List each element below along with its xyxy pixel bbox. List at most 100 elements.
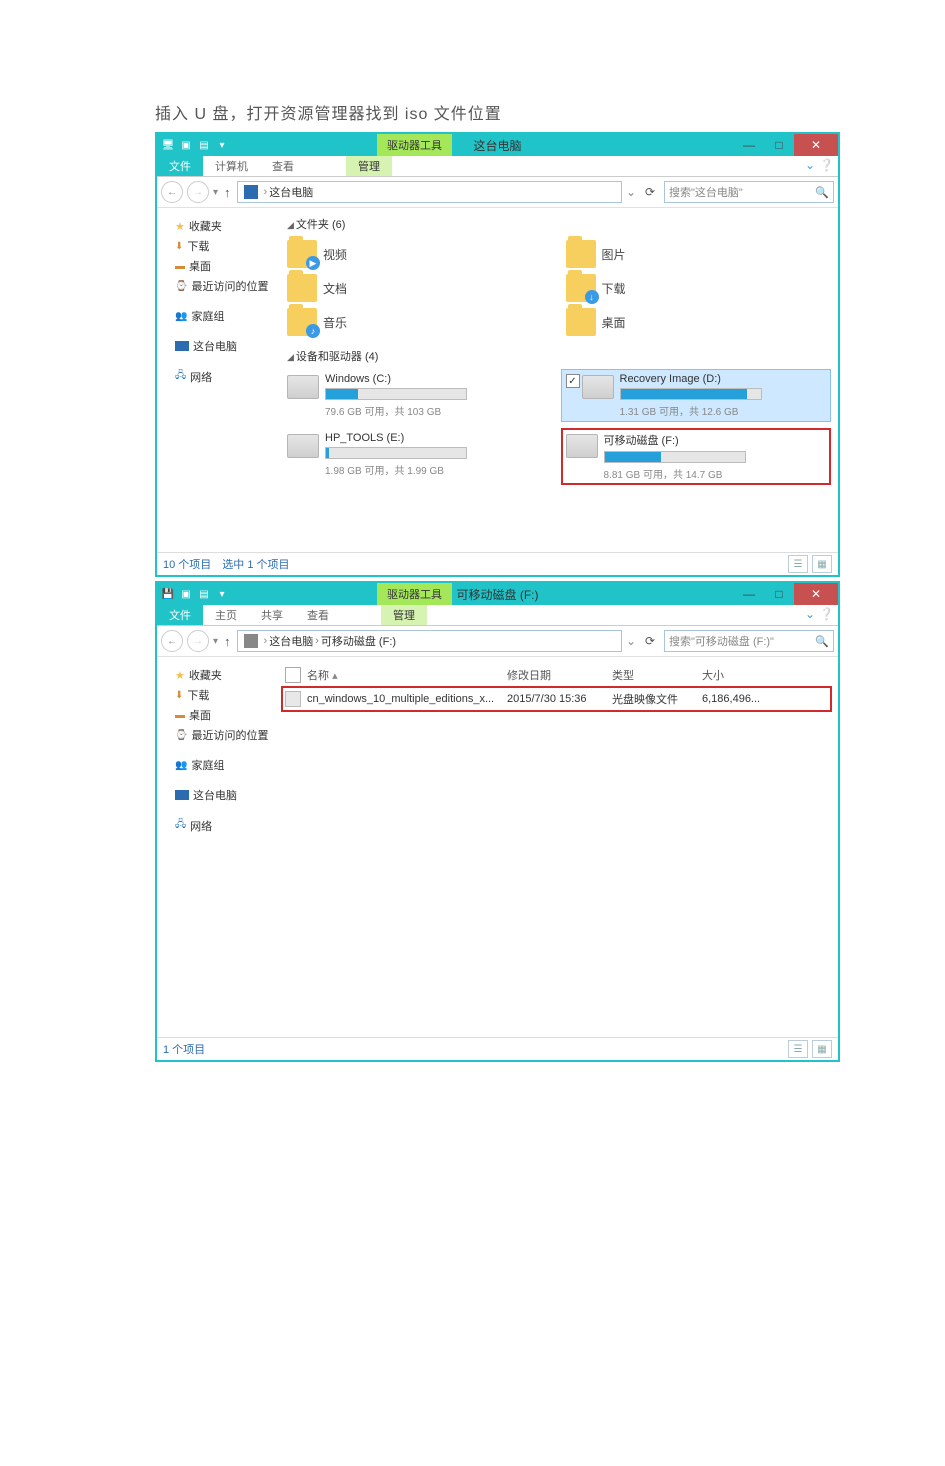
nav-desktop[interactable]: ▬桌面	[157, 705, 275, 725]
explorer-body: ★收藏夹 ⬇下载 ▬桌面 ⌚最近访问的位置 👥家庭组 这台电脑 🖧网络 名称 ▴…	[157, 657, 838, 1037]
refresh-button[interactable]: ⟳	[640, 634, 660, 648]
nav-favorites[interactable]: ★收藏夹	[157, 665, 275, 685]
view-details-button[interactable]: ☰	[788, 555, 808, 573]
ribbon-tab-file[interactable]: 文件	[157, 605, 203, 625]
back-button[interactable]: ←	[161, 181, 183, 203]
close-button[interactable]: ✕	[794, 583, 838, 605]
section-folders-header[interactable]: ◢文件夹 (6)	[287, 216, 830, 232]
ribbon-tab-file[interactable]: 文件	[157, 156, 203, 176]
titlebar[interactable]: 💾 ▣ ▤ ▾ 驱动器工具 可移动磁盘 (F:) — □ ✕	[157, 583, 838, 605]
folder-videos[interactable]: ▶视频	[283, 238, 552, 270]
ribbon-tab-home[interactable]: 主页	[203, 605, 249, 625]
nav-downloads[interactable]: ⬇下载	[157, 685, 275, 705]
file-row-iso[interactable]: cn_windows_10_multiple_editions_x... 201…	[283, 688, 830, 710]
address-dropdown-icon[interactable]: ⌄	[626, 185, 636, 199]
nav-network[interactable]: 🖧网络	[157, 366, 275, 387]
qat-newfolder-icon[interactable]: ▤	[197, 138, 211, 152]
search-icon[interactable]: 🔍	[815, 635, 829, 648]
ribbon-tab-view[interactable]: 查看	[295, 605, 341, 625]
column-headers[interactable]: 名称 ▴ 修改日期 类型 大小	[283, 663, 830, 688]
nav-network[interactable]: 🖧网络	[157, 815, 275, 836]
explorer-window-thispc: 🖥 ▣ ▤ ▾ 驱动器工具 这台电脑 — □ ✕ 文件 计算机 查看 管理 ⌄ ❔…	[155, 132, 840, 577]
qat-properties-icon[interactable]: ▣	[179, 138, 193, 152]
address-bar-row: ← → ▾ ↑ › 这台电脑 ⌄ ⟳ 搜索"这台电脑" 🔍	[157, 177, 838, 208]
view-details-button[interactable]: ☰	[788, 1040, 808, 1058]
breadcrumb-root[interactable]: 这台电脑	[269, 184, 313, 200]
explorer-window-removable: 💾 ▣ ▤ ▾ 驱动器工具 可移动磁盘 (F:) — □ ✕ 文件 主页 共享 …	[155, 581, 840, 1062]
view-tiles-button[interactable]: ▦	[812, 555, 832, 573]
breadcrumb-root[interactable]: 这台电脑	[269, 633, 313, 649]
nav-recent[interactable]: ⌚最近访问的位置	[157, 725, 275, 745]
drive-f-removable[interactable]: 可移动磁盘 (F:)8.81 GB 可用，共 14.7 GB	[562, 429, 831, 484]
search-box[interactable]: 搜索"这台电脑" 🔍	[664, 181, 834, 203]
view-tiles-button[interactable]: ▦	[812, 1040, 832, 1058]
ribbon-contextual-tab[interactable]: 驱动器工具	[377, 583, 452, 605]
select-all-checkbox[interactable]	[285, 667, 301, 683]
minimize-button[interactable]: —	[734, 134, 764, 156]
folder-desktop[interactable]: 桌面	[562, 306, 831, 338]
titlebar[interactable]: 🖥 ▣ ▤ ▾ 驱动器工具 这台电脑 — □ ✕	[157, 134, 838, 156]
nav-desktop[interactable]: ▬桌面	[157, 256, 275, 276]
content-pane[interactable]: ◢文件夹 (6) ▶视频 图片 文档 ↓下载 ♪音乐 桌面 ◢设备和驱动器 (4…	[275, 208, 838, 552]
close-button[interactable]: ✕	[794, 134, 838, 156]
col-date[interactable]: 修改日期	[507, 667, 612, 683]
help-icon[interactable]: ❔	[819, 158, 834, 172]
col-name[interactable]: 名称 ▴	[307, 667, 507, 683]
drive-checkbox[interactable]: ✓	[566, 374, 580, 388]
refresh-button[interactable]: ⟳	[640, 185, 660, 199]
ribbon-expand-icon[interactable]: ⌄	[805, 158, 815, 172]
ribbon-tab-manage[interactable]: 管理	[381, 605, 427, 625]
qat-properties-icon[interactable]: ▣	[179, 587, 193, 601]
nav-downloads[interactable]: ⬇下载	[157, 236, 275, 256]
forward-button[interactable]: →	[187, 630, 209, 652]
ribbon-tab-computer[interactable]: 计算机	[203, 156, 260, 176]
nav-thispc[interactable]: 这台电脑	[157, 785, 275, 805]
drive-e-hptools[interactable]: HP_TOOLS (E:)1.98 GB 可用，共 1.99 GB	[283, 429, 552, 484]
breadcrumb-bar[interactable]: › 这台电脑	[237, 181, 622, 203]
qat-newfolder-icon[interactable]: ▤	[197, 587, 211, 601]
folder-documents[interactable]: 文档	[283, 272, 552, 304]
nav-homegroup[interactable]: 👥家庭组	[157, 306, 275, 326]
folder-music[interactable]: ♪音乐	[283, 306, 552, 338]
ribbon-contextual-tab[interactable]: 驱动器工具	[377, 134, 452, 156]
section-drives-header[interactable]: ◢设备和驱动器 (4)	[287, 348, 830, 364]
status-bar: 10 个项目 选中 1 个项目 ☰▦	[157, 552, 838, 575]
ribbon-tab-share[interactable]: 共享	[249, 605, 295, 625]
col-type[interactable]: 类型	[612, 667, 702, 683]
file-type: 光盘映像文件	[612, 691, 702, 707]
nav-thispc[interactable]: 这台电脑	[157, 336, 275, 356]
navigation-pane[interactable]: ★收藏夹 ⬇下载 ▬桌面 ⌚最近访问的位置 👥家庭组 这台电脑 🖧网络	[157, 208, 275, 552]
ribbon-expand-icon[interactable]: ⌄	[805, 607, 815, 621]
navigation-pane[interactable]: ★收藏夹 ⬇下载 ▬桌面 ⌚最近访问的位置 👥家庭组 这台电脑 🖧网络	[157, 657, 275, 1037]
search-icon[interactable]: 🔍	[815, 186, 829, 199]
maximize-button[interactable]: □	[764, 134, 794, 156]
qat-dropdown-icon[interactable]: ▾	[215, 138, 229, 152]
nav-homegroup[interactable]: 👥家庭组	[157, 755, 275, 775]
minimize-button[interactable]: —	[734, 583, 764, 605]
history-dropdown-icon[interactable]: ▾	[213, 636, 218, 647]
col-size[interactable]: 大小	[702, 667, 782, 683]
help-icon[interactable]: ❔	[819, 607, 834, 621]
breadcrumb-bar[interactable]: › 这台电脑 › 可移动磁盘 (F:)	[237, 630, 622, 652]
sort-asc-icon: ▴	[332, 670, 338, 682]
ribbon-tab-manage[interactable]: 管理	[346, 156, 392, 176]
ribbon-tab-view[interactable]: 查看	[260, 156, 306, 176]
drive-d-recovery[interactable]: ✓ Recovery Image (D:)1.31 GB 可用，共 12.6 G…	[562, 370, 831, 421]
drive-c[interactable]: Windows (C:)79.6 GB 可用，共 103 GB	[283, 370, 552, 421]
forward-button[interactable]: →	[187, 181, 209, 203]
nav-favorites[interactable]: ★收藏夹	[157, 216, 275, 236]
content-pane[interactable]: 名称 ▴ 修改日期 类型 大小 cn_windows_10_multiple_e…	[275, 657, 838, 1037]
back-button[interactable]: ←	[161, 630, 183, 652]
history-dropdown-icon[interactable]: ▾	[213, 187, 218, 198]
folder-downloads[interactable]: ↓下载	[562, 272, 831, 304]
address-dropdown-icon[interactable]: ⌄	[626, 634, 636, 648]
up-button[interactable]: ↑	[222, 185, 233, 200]
qat-dropdown-icon[interactable]: ▾	[215, 587, 229, 601]
search-box[interactable]: 搜索"可移动磁盘 (F:)" 🔍	[664, 630, 834, 652]
folder-pictures[interactable]: 图片	[562, 238, 831, 270]
up-button[interactable]: ↑	[222, 634, 233, 649]
maximize-button[interactable]: □	[764, 583, 794, 605]
breadcrumb-leaf[interactable]: 可移动磁盘 (F:)	[321, 633, 396, 649]
nav-recent[interactable]: ⌚最近访问的位置	[157, 276, 275, 296]
file-name: cn_windows_10_multiple_editions_x...	[307, 693, 507, 705]
